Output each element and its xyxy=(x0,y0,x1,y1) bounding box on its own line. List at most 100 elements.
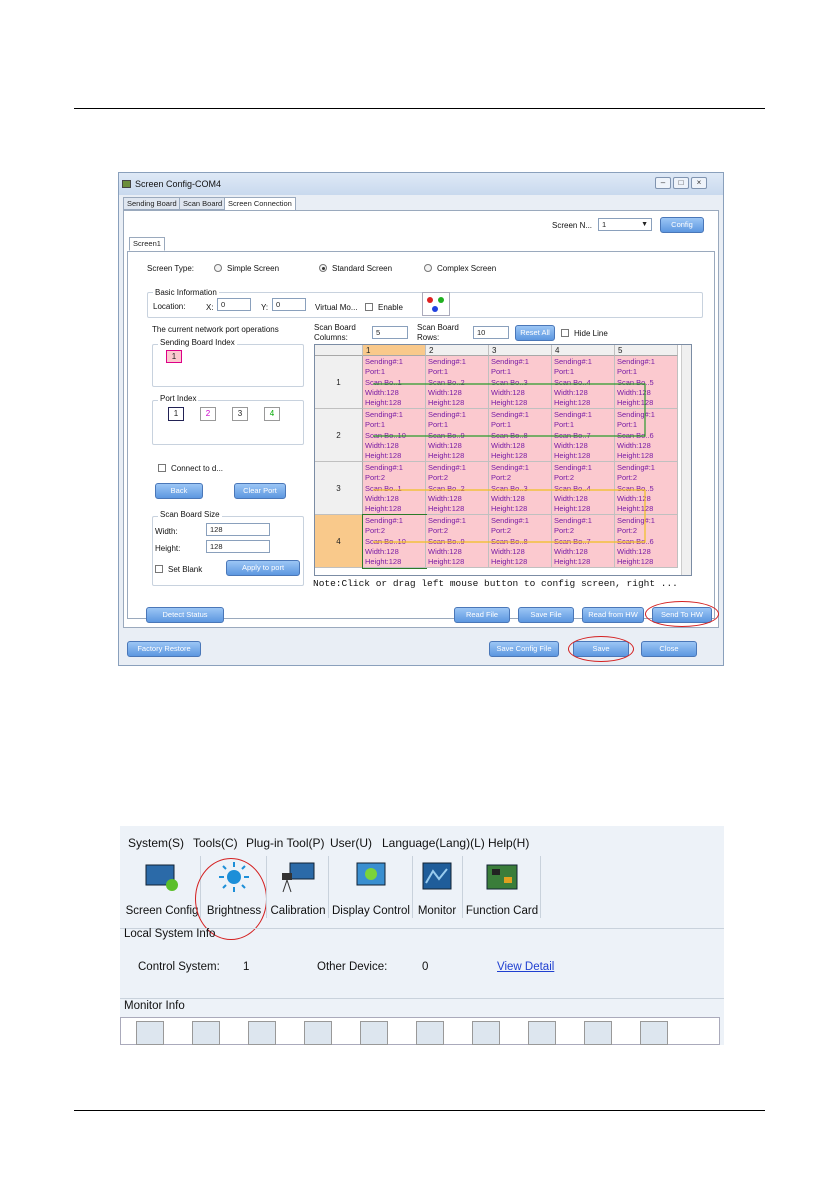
x-input[interactable]: 0 xyxy=(217,298,251,311)
tab-scan-board[interactable]: Scan Board xyxy=(179,197,227,210)
menu-language[interactable]: Language(Lang)(L) xyxy=(382,836,485,850)
tool-display-control[interactable]: Display Control xyxy=(332,856,410,918)
port-2-button[interactable]: 2 xyxy=(200,407,216,421)
tab-sending-board[interactable]: Sending Board xyxy=(123,197,181,210)
function-card-icon xyxy=(484,861,520,893)
menu-user[interactable]: User(U) xyxy=(330,836,372,850)
control-system-label: Control System: xyxy=(138,961,220,973)
read-from-hw-button[interactable]: Read from HW xyxy=(582,607,644,623)
chevron-down-icon: ▼ xyxy=(641,221,648,228)
menu-plugin-tool[interactable]: Plug-in Tool(P) xyxy=(246,836,324,850)
screen-grid[interactable]: 1 2 3 4 5 1 Sending#:1 Port:1 Scan Bo..1 Width:12… xyxy=(314,344,692,576)
apply-to-port-button[interactable]: Apply to port xyxy=(226,560,300,576)
port-ops-label: The current network port operations xyxy=(152,325,279,334)
enable-checkbox[interactable] xyxy=(365,303,373,311)
screen-type-label: Screen Type: xyxy=(147,264,194,273)
screen-n-select[interactable]: 1 ▼ xyxy=(598,218,652,231)
factory-restore-button[interactable]: Factory Restore xyxy=(127,641,201,657)
detect-status-button[interactable]: Detect Status xyxy=(146,607,224,623)
enable-label: Enable xyxy=(378,303,403,312)
tool-label: Monitor xyxy=(417,905,457,917)
read-file-button[interactable]: Read File xyxy=(454,607,510,623)
height-input[interactable]: 128 xyxy=(206,540,270,553)
virtual-mode-label: Virtual Mo... xyxy=(315,303,358,312)
menu-tools[interactable]: Tools(C) xyxy=(193,836,238,850)
grid-note: Note:Click or drag left mouse button to … xyxy=(313,578,678,589)
screen-n-label: Screen N... xyxy=(552,221,593,230)
reset-all-button[interactable]: Reset All xyxy=(515,325,555,341)
tools-icon[interactable] xyxy=(248,1021,276,1045)
back-button[interactable]: Back xyxy=(155,483,203,499)
set-blank-checkbox[interactable] xyxy=(155,565,163,573)
port-3-button[interactable]: 3 xyxy=(232,407,248,421)
save-config-file-button[interactable]: Save Config File xyxy=(489,641,559,657)
tab-screen1[interactable]: Screen1 xyxy=(129,237,165,251)
tool-label: Display Control xyxy=(332,905,410,917)
power-supply-icon[interactable] xyxy=(584,1021,612,1045)
scan-rows-label: Scan Board Rows: xyxy=(417,323,459,342)
close-button[interactable]: Close xyxy=(641,641,697,657)
screen-n-value: 1 xyxy=(602,220,607,229)
control-system-value: 1 xyxy=(243,961,250,973)
send-to-hw-highlight xyxy=(645,601,719,627)
maximize-button[interactable]: □ xyxy=(673,177,689,189)
connection-lines xyxy=(373,383,646,543)
receiving-card-icon[interactable] xyxy=(136,1021,164,1045)
height-label: Height: xyxy=(155,544,181,553)
port-4-button[interactable]: 4 xyxy=(264,407,280,421)
local-info-label: Local System Info xyxy=(124,928,216,940)
tool-calibration[interactable]: Calibration xyxy=(268,856,328,918)
sending-board-index-label: Sending Board Index xyxy=(158,338,237,347)
standard-screen-label: Standard Screen xyxy=(332,264,393,273)
complex-screen-label: Complex Screen xyxy=(437,264,497,273)
divider xyxy=(462,856,463,918)
standard-screen-radio[interactable] xyxy=(319,264,327,272)
connect-checkbox[interactable] xyxy=(158,464,166,472)
door-icon[interactable] xyxy=(640,1021,668,1045)
hide-line-checkbox[interactable] xyxy=(561,329,569,337)
close-window-button[interactable]: × xyxy=(691,177,707,189)
window-title: Screen Config-COM4 xyxy=(135,179,222,189)
menu-help[interactable]: Help(H) xyxy=(488,836,529,850)
battery-icon[interactable] xyxy=(528,1021,556,1045)
view-detail-link[interactable]: View Detail xyxy=(497,961,554,973)
header-rule xyxy=(74,108,765,109)
y-label: Y: xyxy=(261,303,269,312)
sending-board-1[interactable]: 1 xyxy=(166,350,182,363)
tool-monitor[interactable]: Monitor xyxy=(414,856,460,918)
clear-port-button[interactable]: Clear Port xyxy=(234,483,286,499)
simple-screen-radio[interactable] xyxy=(214,264,222,272)
y-input[interactable]: 0 xyxy=(272,298,306,311)
hide-line-label: Hide Line xyxy=(574,329,608,338)
simple-screen-label: Simple Screen xyxy=(227,264,280,273)
scan-rows-input[interactable]: 10 xyxy=(473,326,509,339)
tab-screen-connection[interactable]: Screen Connection xyxy=(224,197,296,211)
save-highlight xyxy=(568,636,634,662)
config-button[interactable]: Config xyxy=(660,217,704,233)
chip-icon[interactable] xyxy=(304,1021,332,1045)
minimize-button[interactable]: – xyxy=(655,177,671,189)
title-bar: Screen Config-COM4 – □ × xyxy=(119,173,723,195)
menu-system[interactable]: System(S) xyxy=(128,836,184,850)
tool-label: Calibration xyxy=(270,905,326,917)
tool-function-card[interactable]: Function Card xyxy=(464,856,540,918)
other-device-label: Other Device: xyxy=(317,961,388,973)
tool-label: Function Card xyxy=(465,905,539,917)
width-input[interactable]: 128 xyxy=(206,523,270,536)
scan-cols-label: Scan Board Columns: xyxy=(314,323,356,342)
sensor-icon[interactable] xyxy=(416,1021,444,1045)
scan-cols-input[interactable]: 5 xyxy=(372,326,408,339)
monitor-icon xyxy=(419,861,455,893)
width-label: Width: xyxy=(155,527,178,536)
save-file-button[interactable]: Save File xyxy=(518,607,574,623)
tool-screen-config[interactable]: Screen Config xyxy=(124,856,200,918)
virtual-pixel-icon[interactable] xyxy=(422,292,450,316)
weather-icon[interactable] xyxy=(360,1021,388,1045)
display-control-icon xyxy=(353,861,389,893)
grid-scrollbar[interactable] xyxy=(681,345,691,575)
complex-screen-radio[interactable] xyxy=(424,264,432,272)
board-icon[interactable] xyxy=(192,1021,220,1045)
port-1-button[interactable]: 1 xyxy=(168,407,184,421)
fan-icon[interactable] xyxy=(472,1021,500,1045)
connect-label: Connect to d... xyxy=(171,464,224,473)
